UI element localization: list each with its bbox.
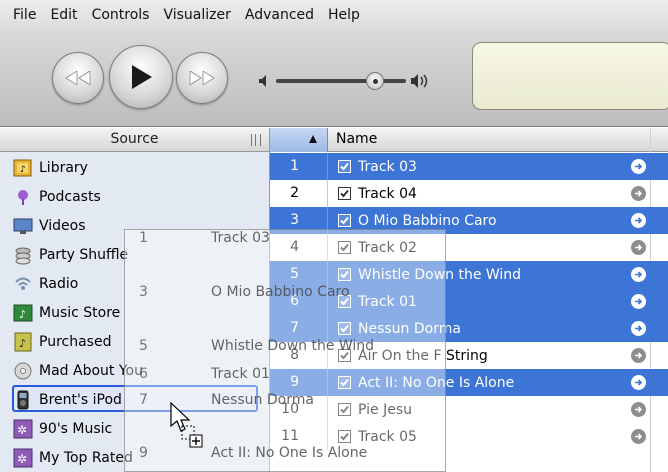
previous-button[interactable]: [52, 52, 104, 104]
svg-text:✲: ✲: [17, 423, 27, 437]
go-arrow-icon[interactable]: [631, 240, 646, 255]
checkmark-icon: [338, 214, 351, 227]
ghost-track-number: 5: [139, 338, 148, 354]
play-button[interactable]: [109, 45, 173, 109]
source-item-label: Radio: [39, 275, 79, 292]
track-checkbox[interactable]: [338, 187, 354, 200]
track-checkbox[interactable]: [338, 160, 354, 173]
go-arrow-icon[interactable]: [631, 294, 646, 309]
go-arrow-icon[interactable]: [631, 375, 646, 390]
source-item-purchased[interactable]: ♪ Purchased: [12, 328, 111, 355]
go-arrow-icon[interactable]: [631, 402, 646, 417]
ipod-icon: [12, 390, 34, 410]
track-number: 1: [270, 153, 328, 180]
go-arrow-icon[interactable]: [631, 186, 646, 201]
ghost-track-number: 3: [139, 284, 148, 300]
menu-advanced[interactable]: Advanced: [245, 7, 314, 23]
ghost-track-name: Act II: No One Is Alone: [211, 445, 368, 461]
menu-help[interactable]: Help: [328, 7, 360, 23]
rewind-icon: [65, 71, 91, 85]
ghost-track-name: Whistle Down the Wind: [211, 338, 375, 354]
status-display: [472, 42, 668, 110]
cd-icon: [12, 361, 34, 381]
source-header[interactable]: Source: [0, 128, 270, 152]
purchased-icon: ♪: [12, 332, 34, 352]
track-name: O Mio Babbino Caro: [358, 212, 497, 229]
source-item-label: Party Shuffle: [39, 246, 129, 263]
source-header-label: Source: [110, 131, 159, 147]
sort-ascending-icon: [309, 135, 317, 143]
ghost-track-number: 9: [139, 445, 148, 461]
toolbar: [0, 30, 668, 127]
track-number-column-header[interactable]: [270, 128, 328, 152]
source-item-videos[interactable]: Videos: [12, 212, 86, 239]
source-item-label: Brent's iPod: [39, 391, 122, 408]
go-arrow-icon[interactable]: [631, 159, 646, 174]
track-name: Track 04: [358, 185, 417, 202]
source-item-radio[interactable]: Radio: [12, 270, 78, 297]
play-icon: [132, 65, 152, 89]
ghost-track-name: Track 03: [211, 230, 270, 246]
source-item-label: Music Store: [39, 304, 121, 321]
track-row[interactable]: 1 Track 03: [270, 153, 668, 180]
menu-edit[interactable]: Edit: [50, 7, 77, 23]
name-column-header[interactable]: Name: [336, 131, 377, 147]
podcasts-icon: [12, 187, 34, 207]
go-arrow-icon[interactable]: [631, 429, 646, 444]
svg-text:✲: ✲: [17, 452, 27, 466]
menu-bar: File Edit Controls Visualizer Advanced H…: [0, 0, 668, 30]
checkmark-icon: [338, 187, 351, 200]
volume-low-icon: [259, 75, 266, 87]
ghost-track-name: O Mio Babbino Caro: [211, 284, 350, 300]
go-arrow-icon[interactable]: [631, 267, 646, 282]
svg-text:♪: ♪: [20, 165, 26, 175]
source-item-podcasts[interactable]: Podcasts: [12, 183, 101, 210]
menu-file[interactable]: File: [13, 7, 36, 23]
music-store-icon: ♪: [12, 303, 34, 323]
source-item-label: Purchased: [39, 333, 112, 350]
track-checkbox[interactable]: [338, 214, 354, 227]
videos-icon: [12, 216, 34, 236]
ghost-track-number: 7: [139, 392, 148, 408]
track-name: Track 03: [358, 158, 417, 175]
fast-forward-icon: [189, 71, 215, 85]
go-arrow-icon[interactable]: [631, 213, 646, 228]
party-shuffle-icon: [12, 245, 34, 265]
source-item-party-shuffle[interactable]: Party Shuffle: [12, 241, 128, 268]
smart-playlist-icon: ✲: [12, 419, 34, 439]
go-arrow-icon[interactable]: [631, 348, 646, 363]
menu-visualizer[interactable]: Visualizer: [163, 7, 230, 23]
svg-text:♪: ♪: [19, 308, 26, 321]
source-item-my-top-rated[interactable]: ✲ My Top Rated: [12, 444, 133, 471]
checkmark-icon: [338, 160, 351, 173]
source-item-label: Videos: [39, 217, 86, 234]
ghost-track-name: Nessun Dorma: [211, 392, 314, 408]
go-arrow-icon[interactable]: [631, 321, 646, 336]
source-item-brents-ipod[interactable]: Brent's iPod: [12, 386, 122, 413]
ghost-track-number: 1: [139, 230, 148, 246]
volume-slider[interactable]: [276, 79, 406, 83]
ghost-track-name: Track 01: [211, 366, 270, 382]
source-item-label: Podcasts: [39, 188, 101, 205]
next-button[interactable]: [176, 52, 228, 104]
library-icon: ♪: [12, 158, 34, 178]
source-item-label: My Top Rated: [39, 449, 133, 466]
ghost-track-number: 6: [139, 366, 148, 382]
track-number: 2: [270, 180, 328, 207]
menu-controls[interactable]: Controls: [92, 7, 150, 23]
source-item-90s-music[interactable]: ✲ 90's Music: [12, 415, 112, 442]
track-row[interactable]: 2 Track 04: [270, 180, 668, 207]
column-resize-grip[interactable]: [251, 134, 261, 146]
source-item-music-store[interactable]: ♪ Music Store: [12, 299, 120, 326]
drag-copy-cursor-icon: [170, 402, 203, 448]
volume-knob[interactable]: [366, 72, 384, 90]
smart-playlist-icon: ✲: [12, 448, 34, 468]
source-item-library[interactable]: ♪ Library: [12, 154, 88, 181]
source-item-label: Library: [39, 159, 88, 176]
source-item-label: 90's Music: [39, 420, 113, 437]
svg-text:♪: ♪: [19, 337, 26, 350]
track-table-header: Name: [270, 128, 668, 152]
radio-icon: [12, 274, 34, 294]
volume-high-icon: [411, 74, 428, 88]
